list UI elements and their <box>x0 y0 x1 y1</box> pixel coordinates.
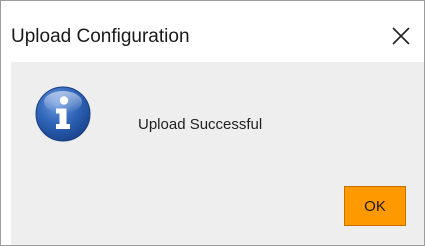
message-text: Upload Successful <box>138 116 263 133</box>
close-icon <box>392 27 410 45</box>
close-button[interactable] <box>378 13 424 59</box>
ok-button[interactable]: OK <box>344 186 406 226</box>
info-icon <box>35 86 91 142</box>
message-dialog: Upload Configuration Upload Successful O… <box>0 0 425 246</box>
dialog-title: Upload Configuration <box>11 26 190 47</box>
dialog-left-edge <box>1 62 11 245</box>
title-bar: Upload Configuration <box>1 1 424 62</box>
dialog-content: Upload Successful OK <box>11 62 424 245</box>
